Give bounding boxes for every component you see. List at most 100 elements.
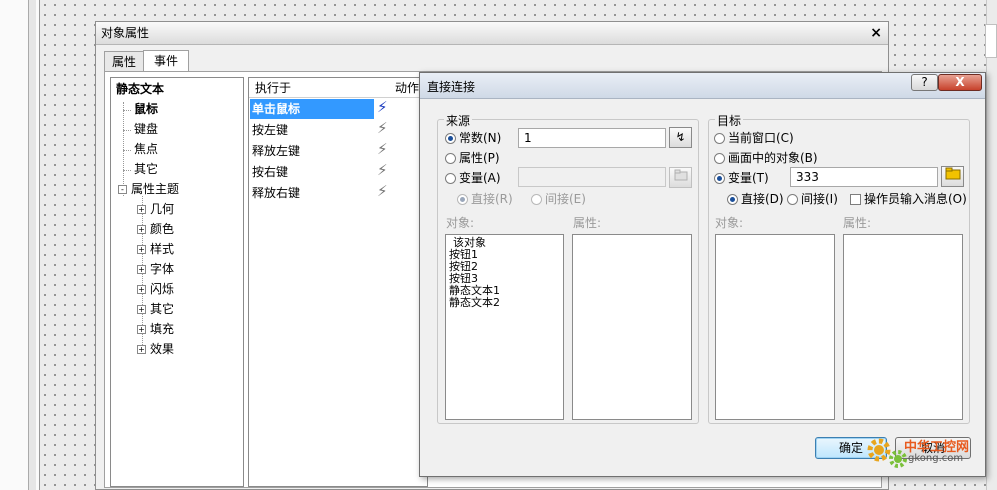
tree-node-label: 几何 [150,202,175,216]
expand-icon[interactable]: + [137,305,146,314]
event-list-header: 执行于 动作 [249,78,427,98]
expand-icon[interactable]: + [137,345,146,354]
radio-disabled-icon[interactable] [531,194,542,205]
radio-icon[interactable] [787,194,798,205]
tree-node-flash[interactable]: + 闪烁 [137,280,174,298]
tree-node-focus[interactable]: 焦点 [134,140,158,158]
tree-node-property-theme[interactable]: - 属性主题 [118,180,179,198]
dialog-close-button[interactable]: X [938,74,982,91]
event-row[interactable]: 释放右键 [250,183,374,203]
tree-node-label: 样式 [150,242,175,256]
expand-icon[interactable]: + [137,225,146,234]
radio-label: 变量(T) [728,171,769,185]
source-indirect-radio[interactable]: 间接(E) [531,191,586,207]
help-button[interactable]: ? [911,74,938,91]
source-object-list[interactable]: 该对象 按钮1 按钮2 按钮3 静态文本1 静态文本2 [445,234,564,420]
radio-label: 间接(E) [545,192,586,206]
radio-selected-icon[interactable] [445,133,456,144]
target-property-label: 属性: [843,216,872,230]
operator-input-message-checkbox[interactable]: 操作员输入消息(O) [850,191,967,207]
radio-selected-icon[interactable] [714,173,725,184]
target-direct-radio[interactable]: 直接(D) [727,191,784,207]
constant-pick-button[interactable]: ↯ [669,127,692,148]
collapse-icon[interactable]: - [118,185,127,194]
watermark-url: gkong.com [908,453,964,464]
checkbox-label: 操作员输入消息(O) [864,192,967,206]
right-scrollbar[interactable] [986,0,997,490]
target-variable-browse-button[interactable] [941,166,964,187]
expand-icon[interactable]: + [137,205,146,214]
tab-properties[interactable]: 属性 [104,51,145,72]
tree-node-other[interactable]: 其它 [134,160,158,178]
radio-label: 变量(A) [459,171,501,185]
target-screen-object-radio[interactable]: 画面中的对象(B) [714,150,818,166]
radio-label: 直接(R) [471,192,513,206]
tree-node-mouse[interactable]: 鼠标 [134,100,158,118]
source-object-label: 对象: [446,216,475,230]
lightning-icon[interactable]: ⚡ [377,98,388,116]
radio-label: 画面中的对象(B) [728,151,818,165]
tree-node-geometry[interactable]: + 几何 [137,200,174,218]
target-object-label: 对象: [715,216,744,230]
target-object-list[interactable] [715,234,835,420]
dialog-title: 直接连接 [427,80,476,94]
expand-icon[interactable]: + [137,245,146,254]
source-variable-radio[interactable]: 变量(A) [445,170,501,186]
target-variable-radio[interactable]: 变量(T) [714,170,769,186]
tree-node-static-text[interactable]: 静态文本 [116,80,164,98]
tab-events[interactable]: 事件 [143,50,190,73]
radio-disabled-icon[interactable] [457,194,468,205]
radio-selected-icon[interactable] [727,194,738,205]
event-list: 执行于 动作 单击鼠标 ⚡ 按左键 ⚡ 释放左键 ⚡ 按右键 ⚡ 释放右键 ⚡ [248,77,428,487]
right-panel-fragment [985,24,997,58]
source-variable-browse-button[interactable] [669,167,692,188]
event-row[interactable]: 按左键 [250,120,374,140]
col-header-action[interactable]: 动作 [395,78,419,98]
expand-icon[interactable]: + [137,325,146,334]
target-property-list[interactable] [843,234,963,420]
event-row[interactable]: 单击鼠标 [250,99,374,119]
radio-label: 当前窗口(C) [728,131,794,145]
checkbox-icon[interactable] [850,194,861,205]
tree-node-font[interactable]: + 字体 [137,260,174,278]
watermark: 中华工控网 gkong.com [862,433,992,473]
folder-icon [674,169,687,181]
radio-icon[interactable] [445,153,456,164]
target-indirect-radio[interactable]: 间接(I) [787,191,838,207]
source-constant-radio[interactable]: 常数(N) [445,130,501,146]
radio-label: 常数(N) [459,131,502,145]
target-variable-input[interactable]: 333 [790,167,938,187]
tree-node-label: 字体 [150,262,175,276]
tree-node-fill[interactable]: + 填充 [137,320,174,338]
tree-node-effect[interactable]: + 效果 [137,340,174,358]
folder-icon [945,167,960,180]
expand-icon[interactable]: + [137,265,146,274]
tree-node-color[interactable]: + 颜色 [137,220,174,238]
tree-node-style[interactable]: + 样式 [137,240,174,258]
event-row[interactable]: 按右键 [250,162,374,182]
tree-node-misc[interactable]: + 其它 [137,300,174,318]
constant-value-input[interactable]: 1 [518,128,666,148]
lightning-icon[interactable]: ⚡ [377,140,388,158]
source-property-list[interactable] [572,234,692,420]
source-direct-radio[interactable]: 直接(R) [457,191,513,207]
tree-node-keyboard[interactable]: 键盘 [134,120,158,138]
event-row[interactable]: 释放左键 [250,141,374,161]
radio-icon[interactable] [714,133,725,144]
lightning-icon[interactable]: ⚡ [377,182,388,200]
lightning-icon[interactable]: ⚡ [377,119,388,137]
source-variable-input[interactable] [518,167,666,187]
list-item[interactable]: 静态文本2 [449,297,560,309]
radio-icon[interactable] [445,173,456,184]
col-header-exec[interactable]: 执行于 [255,78,291,98]
close-icon[interactable]: × [870,25,882,41]
props-tabs: 属性 事件 [104,49,190,73]
lightning-icon[interactable]: ⚡ [377,161,388,179]
direct-connection-dialog: 直接连接 ? X 来源 常数(N) 1 ↯ 属性(P) 变量(A) 直接(R) … [419,72,986,477]
radio-icon[interactable] [714,153,725,164]
source-property-radio[interactable]: 属性(P) [445,150,500,166]
tree-node-label: 其它 [150,302,175,316]
target-current-window-radio[interactable]: 当前窗口(C) [714,130,794,146]
tree-node-label: 闪烁 [150,282,175,296]
expand-icon[interactable]: + [137,285,146,294]
